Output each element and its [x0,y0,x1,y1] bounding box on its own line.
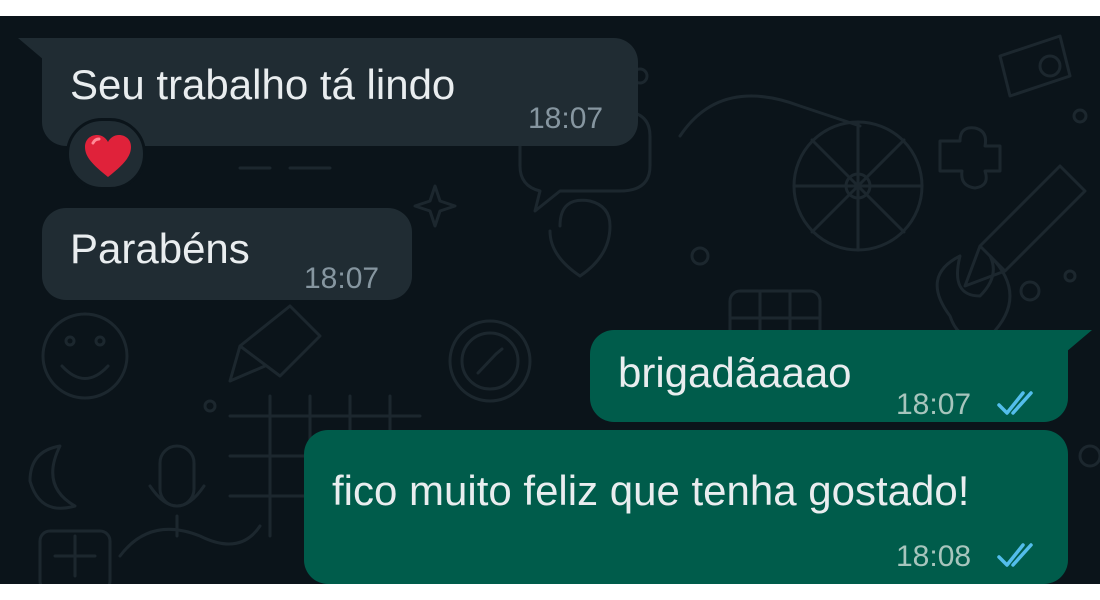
heart-emoji-icon [85,135,131,177]
outgoing-message[interactable]: brigadãaaao 18:07 [590,330,1068,422]
read-double-check-icon [997,543,1033,567]
message-timestamp: 18:07 [528,102,604,135]
bubble-tail [18,38,44,60]
outgoing-message[interactable]: fico muito feliz que tenha gostado! 18:0… [304,430,1068,584]
message-text: Parabéns [70,225,250,272]
read-double-check-icon [997,391,1033,415]
message-text: fico muito feliz que tenha gostado! [332,467,970,514]
message-timestamp: 18:08 [896,540,972,573]
chat-screen: Seu trabalho tá lindo 18:07 Parabéns 18:… [0,16,1100,584]
bubble-tail [1066,330,1092,352]
message-timestamp: 18:07 [896,388,972,421]
message-text: brigadãaaao [618,349,852,396]
message-timestamp: 18:07 [304,262,380,295]
message-reaction[interactable] [66,118,146,190]
message-text: Seu trabalho tá lindo [70,61,456,108]
incoming-message[interactable]: Parabéns 18:07 [42,208,412,300]
